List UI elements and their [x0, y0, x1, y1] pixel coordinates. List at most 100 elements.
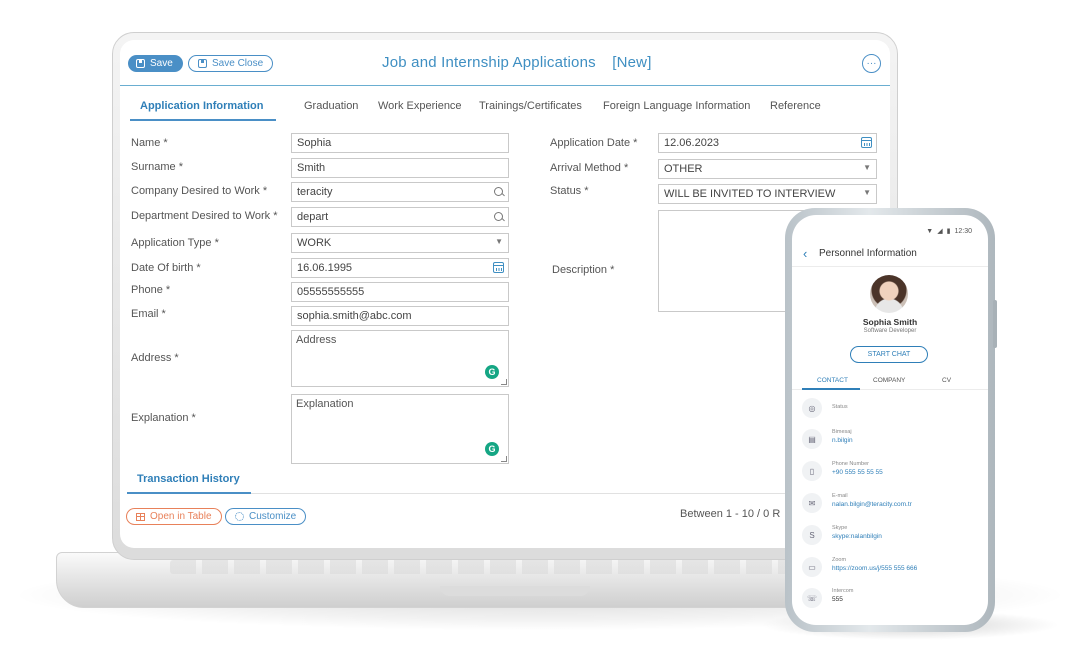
address-textarea[interactable]: Address G	[291, 330, 509, 387]
customize-label: Customize	[249, 511, 297, 522]
company-lookup-field[interactable]: teracity	[291, 182, 509, 202]
more-icon: ···	[866, 57, 877, 69]
contact-row-email[interactable]: ✉ E-mail nalan.bilgin@teracity.com.tr	[802, 493, 978, 519]
battery-icon: ▮	[946, 228, 951, 235]
contact-key: Zoom	[832, 557, 847, 563]
calendar-icon[interactable]	[861, 137, 872, 148]
status-select[interactable]: WILL BE INVITED TO INTERVIEW ▼	[658, 184, 877, 204]
explanation-textarea[interactable]: Explanation G	[291, 394, 509, 464]
contact-value[interactable]: skype:nalanbilgin	[832, 533, 882, 540]
contact-value[interactable]: https://zoom.us/j/555 555 666	[832, 565, 917, 572]
table-icon	[136, 512, 145, 521]
contact-row-message[interactable]: ▤ Bimesaj n.bilgin	[802, 429, 978, 455]
contact-value[interactable]: nalan.bilgin@teracity.com.tr	[832, 501, 912, 508]
department-label: Department Desired to Work *	[131, 210, 278, 222]
calendar-icon[interactable]	[493, 262, 504, 273]
email-field[interactable]: sophia.smith@abc.com	[291, 306, 509, 326]
search-icon[interactable]	[494, 187, 503, 196]
start-chat-label: START CHAT	[867, 351, 911, 358]
surname-value: Smith	[297, 162, 326, 174]
tab-graduation[interactable]: Graduation	[304, 100, 358, 112]
phone-field[interactable]: 05555555555	[291, 282, 509, 302]
tab-reference[interactable]: Reference	[770, 100, 821, 112]
surname-field[interactable]: Smith	[291, 158, 509, 178]
company-label: Company Desired to Work *	[131, 185, 268, 197]
arrival-method-select[interactable]: OTHER ▼	[658, 159, 877, 179]
contact-row-intercom[interactable]: ☏ Intercom 555	[802, 588, 978, 614]
status-time: 12:30	[954, 227, 972, 235]
company-value: teracity	[297, 186, 333, 198]
application-type-select[interactable]: WORK ▼	[291, 233, 509, 253]
resize-handle[interactable]	[501, 379, 507, 385]
chevron-down-icon: ▼	[495, 237, 503, 246]
contact-key: E-mail	[832, 493, 848, 499]
status-value: WILL BE INVITED TO INTERVIEW	[664, 188, 836, 200]
contact-value[interactable]: +90 555 55 55 55	[832, 469, 883, 476]
save-close-button[interactable]: Save Close	[188, 55, 274, 72]
tab-application-information[interactable]: Application Information	[140, 100, 263, 112]
tab-cv[interactable]: CV	[942, 377, 951, 384]
section-underline	[127, 492, 251, 494]
contact-key: Status	[832, 404, 848, 410]
application-date-value: 12.06.2023	[664, 137, 720, 149]
search-icon[interactable]	[494, 212, 503, 221]
wifi-icon: ▼	[926, 227, 934, 235]
surname-label: Surname *	[131, 161, 183, 173]
chevron-down-icon: ▼	[863, 163, 871, 172]
back-arrow-icon[interactable]: ‹	[803, 246, 807, 261]
profile-name: Sophia Smith	[862, 317, 918, 327]
name-field[interactable]: Sophia	[291, 133, 509, 153]
save-button[interactable]: Save	[128, 55, 183, 72]
phone-status-bar: ▼ ◢ ▮ 12:30	[926, 227, 972, 236]
tab-contact[interactable]: CONTACT	[817, 377, 848, 384]
contact-value[interactable]: 555	[832, 596, 843, 603]
tab-foreign-language[interactable]: Foreign Language Information	[603, 100, 750, 112]
laptop-notch	[440, 586, 590, 596]
open-in-table-button[interactable]: Open in Table	[126, 508, 222, 525]
explanation-label: Explanation *	[131, 412, 196, 424]
phone-header-title: Personnel Information	[819, 248, 917, 259]
phone-side-button	[993, 300, 997, 348]
application-form-window: Save Save Close Job and Internship Appli…	[120, 40, 890, 548]
contact-row-zoom[interactable]: ▭ Zoom https://zoom.us/j/555 555 666	[802, 557, 978, 583]
tab-work-experience[interactable]: Work Experience	[378, 100, 462, 112]
status-icon: ◎	[802, 398, 822, 418]
customize-button[interactable]: Customize	[225, 508, 307, 525]
contact-row-phone[interactable]: ▯ Phone Number +90 555 55 55 55	[802, 461, 978, 487]
application-type-value: WORK	[297, 237, 332, 249]
mail-icon: ✉	[802, 493, 822, 513]
description-label: Description *	[552, 264, 615, 276]
status-label: Status *	[550, 185, 589, 197]
intercom-icon: ☏	[802, 588, 822, 608]
message-icon: ▤	[802, 429, 822, 449]
tab-company[interactable]: COMPANY	[873, 377, 905, 384]
department-value: depart	[297, 211, 329, 223]
phone-value: 05555555555	[297, 286, 365, 298]
contact-key: Intercom	[832, 588, 854, 594]
explanation-placeholder: Explanation	[296, 398, 354, 410]
page-title-text: Job and Internship Applications	[382, 54, 596, 71]
phone-icon: ▯	[802, 461, 822, 481]
page-title-badge: [New]	[612, 54, 652, 71]
personnel-info-screen: ▼ ◢ ▮ 12:30 ‹ Personnel Information Soph…	[792, 215, 988, 625]
pagination-text: Between 1 - 10 / 0 R	[680, 508, 781, 520]
more-options-button[interactable]: ···	[862, 54, 881, 73]
contact-row-skype[interactable]: S Skype skype:nalanbilgin	[802, 525, 978, 551]
stage: Save Save Close Job and Internship Appli…	[0, 0, 1066, 650]
arrival-method-label: Arrival Method *	[550, 162, 629, 174]
form-toolbar: Save Save Close Job and Internship Appli…	[120, 40, 890, 86]
save-button-label: Save	[150, 58, 173, 69]
grammarly-icon[interactable]: G	[485, 442, 499, 456]
department-lookup-field[interactable]: depart	[291, 207, 509, 227]
transaction-history-title[interactable]: Transaction History	[137, 473, 240, 485]
resize-handle[interactable]	[501, 456, 507, 462]
dob-field[interactable]: 16.06.1995	[291, 258, 509, 278]
form-tabs: Application Information Graduation Work …	[130, 97, 882, 121]
grammarly-icon[interactable]: G	[485, 365, 499, 379]
tab-trainings-certificates[interactable]: Trainings/Certificates	[479, 100, 582, 112]
start-chat-button[interactable]: START CHAT	[850, 346, 928, 363]
video-icon: ▭	[802, 557, 822, 577]
contact-key: Skype	[832, 525, 848, 531]
contact-value[interactable]: n.bilgin	[832, 437, 853, 444]
application-date-field[interactable]: 12.06.2023	[658, 133, 877, 153]
